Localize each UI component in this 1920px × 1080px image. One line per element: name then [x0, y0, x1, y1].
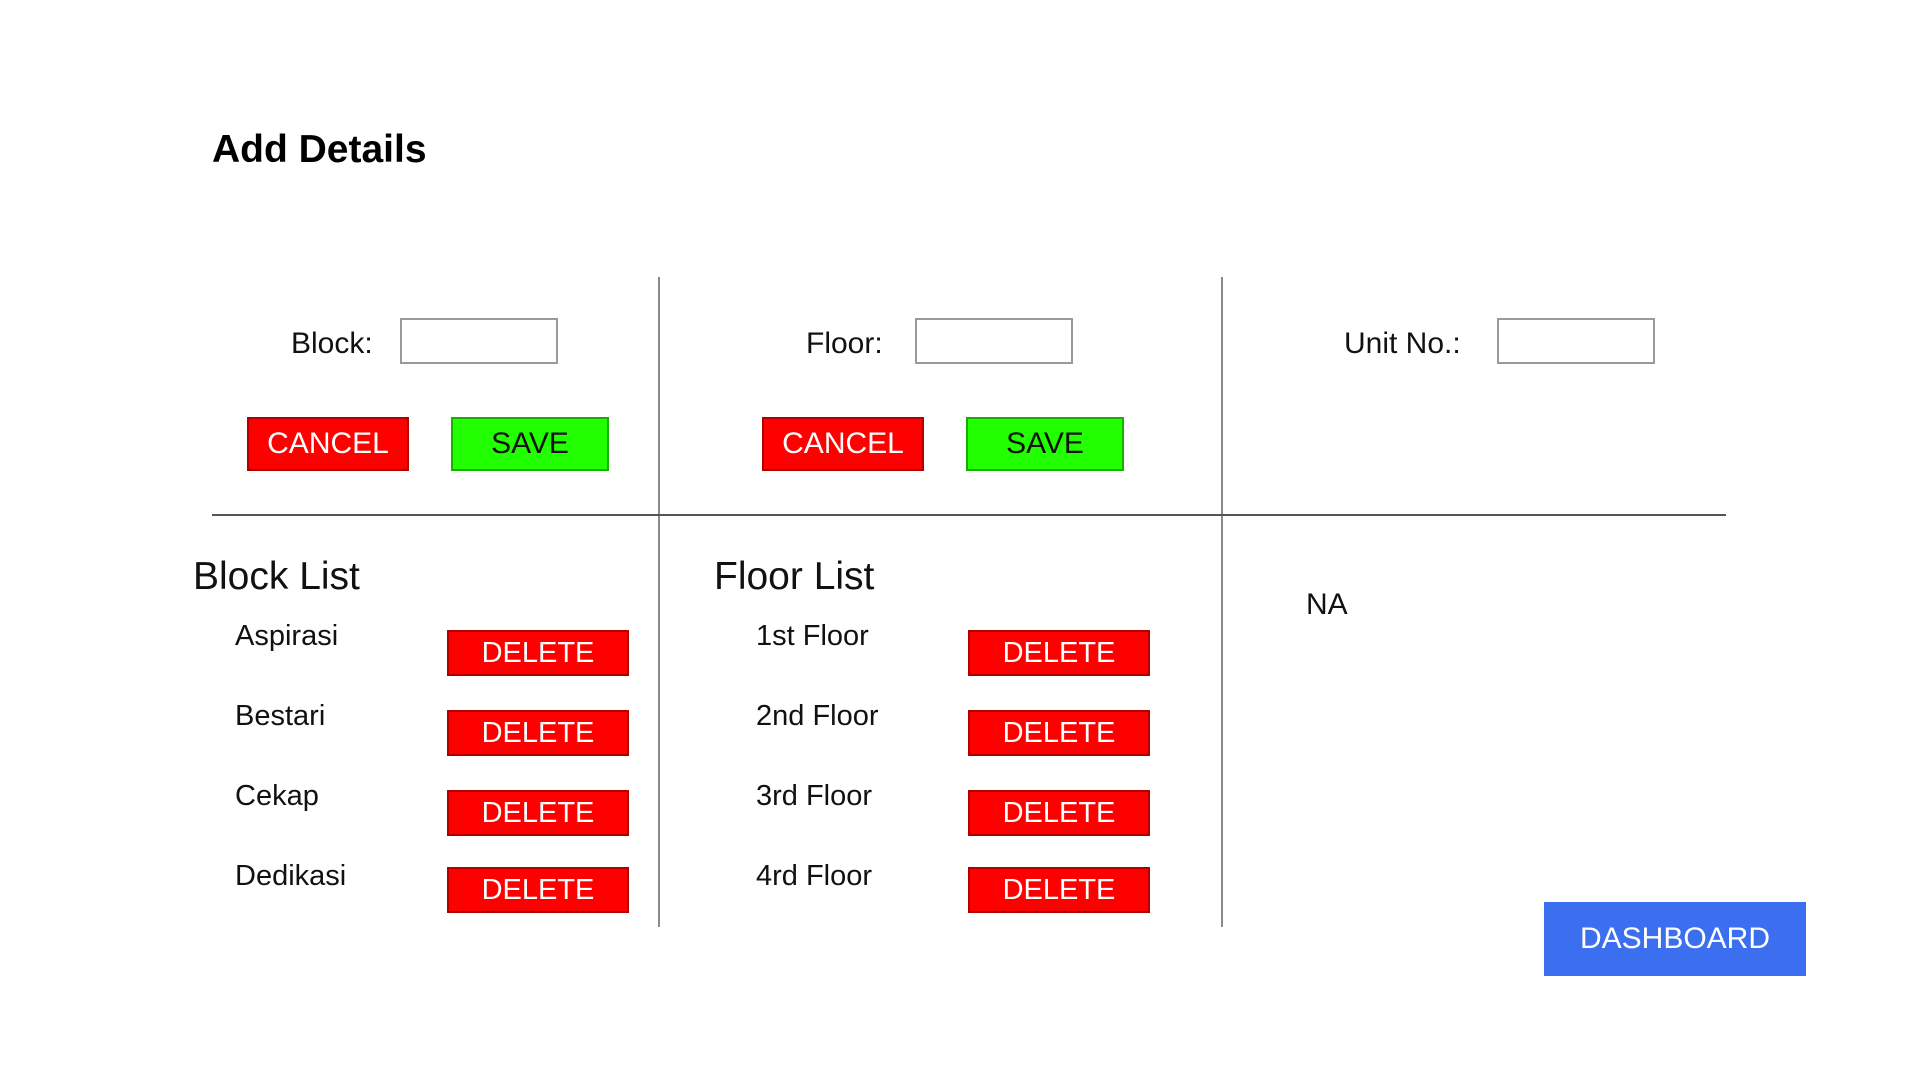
block-list-item: Aspirasi DELETE: [235, 620, 655, 676]
unit-list-empty-text: NA: [1306, 588, 1348, 621]
floor-item-label: 2nd Floor: [756, 700, 879, 732]
block-item-label: Aspirasi: [235, 620, 339, 652]
unit-label: Unit No.:: [1344, 327, 1461, 360]
block-input[interactable]: [400, 318, 558, 364]
dashboard-button[interactable]: DASHBOARD: [1544, 902, 1806, 976]
floor-list-item: 3rd Floor DELETE: [756, 780, 1176, 836]
floor-item-label: 1st Floor: [756, 620, 869, 652]
unit-input[interactable]: [1497, 318, 1655, 364]
block-delete-button[interactable]: DELETE: [447, 867, 629, 913]
floor-delete-button[interactable]: DELETE: [968, 630, 1150, 676]
floor-delete-button[interactable]: DELETE: [968, 710, 1150, 756]
floor-input[interactable]: [915, 318, 1073, 364]
page-title: Add Details: [212, 128, 427, 171]
block-list-item: Dedikasi DELETE: [235, 857, 655, 913]
floor-list-item: 4rd Floor DELETE: [756, 857, 1176, 913]
floor-list-item: 2nd Floor DELETE: [756, 700, 1176, 756]
column-divider-2: [1221, 277, 1223, 927]
floor-label: Floor:: [806, 327, 883, 360]
block-delete-button[interactable]: DELETE: [447, 790, 629, 836]
floor-list-title: Floor List: [714, 555, 875, 598]
block-item-label: Dedikasi: [235, 860, 347, 892]
floor-cancel-button[interactable]: CANCEL: [762, 417, 924, 471]
floor-save-button[interactable]: SAVE: [966, 417, 1124, 471]
block-cancel-button[interactable]: CANCEL: [247, 417, 409, 471]
section-divider: [212, 514, 1726, 516]
block-list-item: Bestari DELETE: [235, 700, 655, 756]
block-delete-button[interactable]: DELETE: [447, 710, 629, 756]
block-save-button[interactable]: SAVE: [451, 417, 609, 471]
floor-item-label: 4rd Floor: [756, 860, 873, 892]
floor-item-label: 3rd Floor: [756, 780, 873, 812]
block-item-label: Bestari: [235, 700, 326, 732]
block-label: Block:: [291, 327, 373, 360]
floor-delete-button[interactable]: DELETE: [968, 790, 1150, 836]
block-list-item: Cekap DELETE: [235, 780, 655, 836]
block-item-label: Cekap: [235, 780, 319, 812]
column-divider-1: [658, 277, 660, 927]
floor-delete-button[interactable]: DELETE: [968, 867, 1150, 913]
block-list-title: Block List: [193, 555, 360, 598]
floor-list-item: 1st Floor DELETE: [756, 620, 1176, 676]
add-details-page: Add Details Block: CANCEL SAVE Floor: CA…: [0, 0, 1920, 1080]
block-delete-button[interactable]: DELETE: [447, 630, 629, 676]
